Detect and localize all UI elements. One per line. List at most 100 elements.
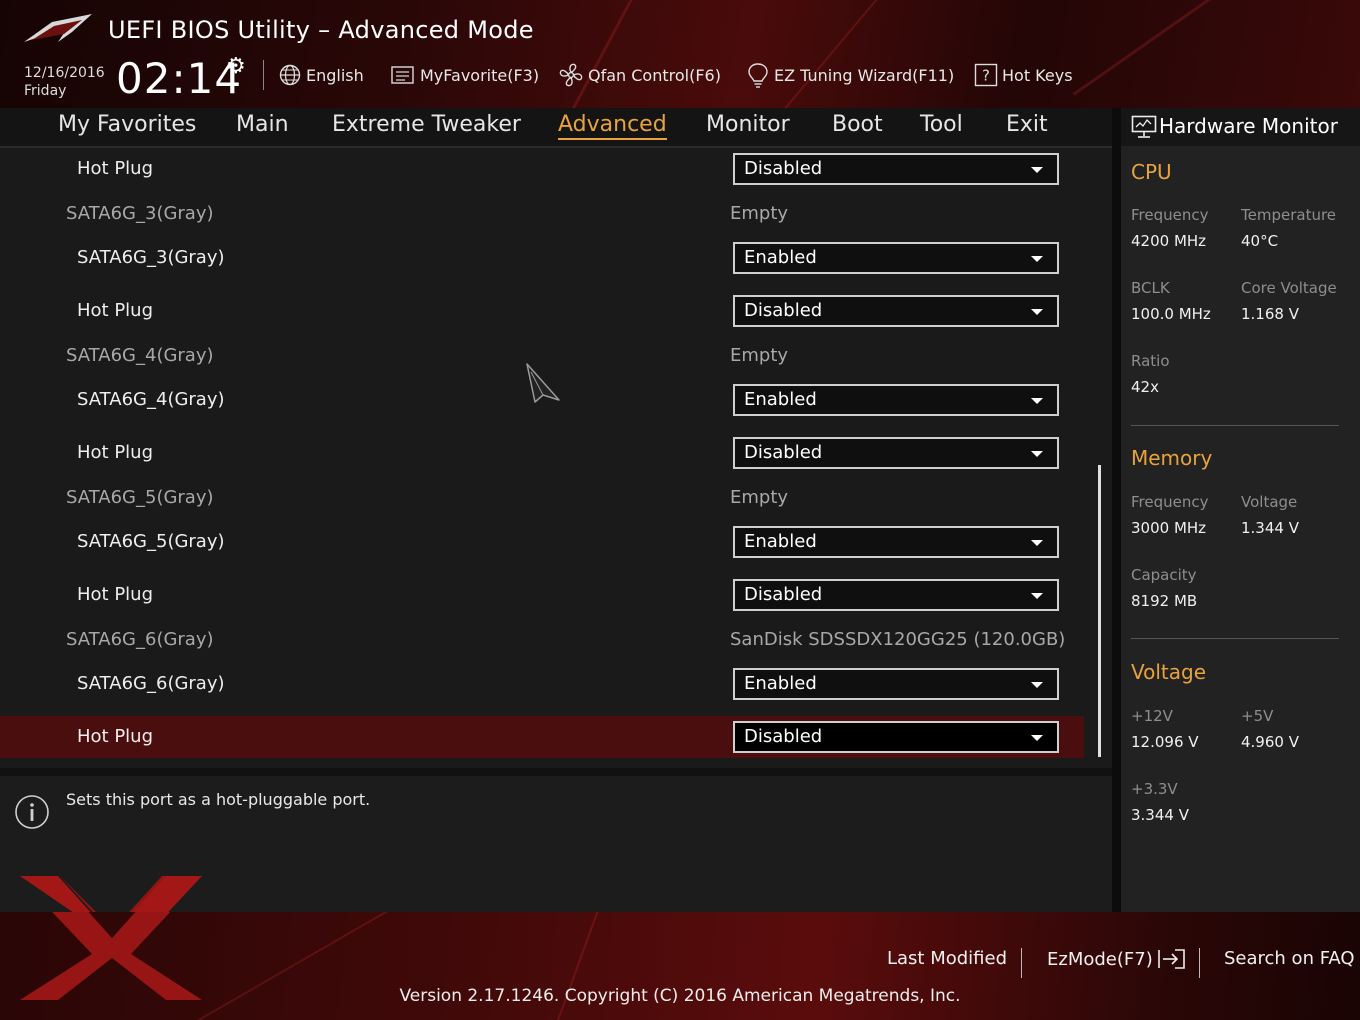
language-label: English [306, 65, 364, 85]
mouse-cursor-icon [526, 363, 560, 403]
setting-row-hot-plug[interactable]: Hot Plug Disabled [0, 574, 1084, 616]
setting-row-hot-plug[interactable]: Hot Plug Disabled [0, 432, 1084, 474]
chevron-down-icon [1031, 682, 1043, 688]
clock-settings-gear-icon[interactable]: ⚙ [226, 54, 246, 79]
hot-plug-dropdown[interactable]: Disabled [733, 437, 1059, 469]
setting-row-hot-plug-selected[interactable]: Hot Plug Disabled [0, 716, 1084, 758]
version-copyright: Version 2.17.1246. Copyright (C) 2016 Am… [399, 986, 961, 1006]
dropdown-value: Disabled [744, 726, 823, 747]
ezmode-label: EzMode(F7) [1047, 948, 1153, 970]
help-panel: Sets this port as a hot-pluggable port. [0, 776, 1112, 912]
setting-label: SATA6G_4(Gray) [77, 389, 225, 410]
tab-my-favorites[interactable]: My Favorites [58, 112, 196, 137]
setting-row-sata6g-3[interactable]: SATA6G_3(Gray) Enabled [0, 237, 1084, 279]
settings-scrollbar[interactable] [1098, 465, 1101, 757]
setting-row-hot-plug[interactable]: Hot Plug Disabled [0, 290, 1084, 332]
sata6g-6-dropdown[interactable]: Enabled [733, 668, 1059, 700]
tab-extreme-tweaker[interactable]: Extreme Tweaker [332, 112, 521, 137]
exit-arrow-icon [1157, 949, 1185, 969]
dropdown-value: Disabled [744, 442, 823, 463]
cpu-temperature-value: 40°C [1241, 232, 1279, 250]
memory-capacity-value: 8192 MB [1131, 592, 1198, 610]
my-favorite-button[interactable]: MyFavorite(F3) [390, 62, 539, 88]
setting-label: Hot Plug [77, 726, 154, 747]
monitor-icon [1131, 115, 1157, 138]
sata6g-4-dropdown[interactable]: Enabled [733, 384, 1059, 416]
ezmode-button[interactable]: EzMode(F7) [1047, 948, 1187, 970]
tab-boot[interactable]: Boot [832, 112, 883, 137]
v5-value: 4.960 V [1241, 733, 1299, 751]
hardware-monitor-header: Hardware Monitor [1121, 108, 1360, 146]
cpu-frequency-value: 4200 MHz [1131, 232, 1207, 250]
bclk-label: BCLK [1131, 279, 1170, 297]
tab-advanced[interactable]: Advanced [558, 112, 667, 140]
memory-heading: Memory [1131, 446, 1213, 470]
dropdown-value: Enabled [744, 247, 817, 268]
setting-label: Hot Plug [77, 442, 154, 463]
settings-panel: Hot Plug Disabled SATA6G_3(Gray) Empty S… [0, 148, 1112, 768]
memory-capacity-label: Capacity [1131, 566, 1197, 584]
language-button[interactable]: English [278, 62, 364, 88]
fan-icon [559, 63, 583, 87]
section-divider [1131, 425, 1339, 426]
header-streak [546, 0, 643, 108]
my-favorite-label: MyFavorite(F3) [420, 65, 540, 85]
port-status: Empty [730, 345, 789, 366]
favorite-list-icon [391, 66, 414, 84]
port-label: SATA6G_3(Gray) [66, 203, 214, 224]
header-streak [758, 0, 902, 108]
setting-row-sata6g-5[interactable]: SATA6G_5(Gray) Enabled [0, 521, 1084, 563]
bclk-value: 100.0 MHz [1131, 305, 1211, 323]
tab-tool[interactable]: Tool [920, 112, 963, 137]
info-row-sata6g-3: SATA6G_3(Gray) Empty [0, 193, 1084, 235]
header-divider [263, 60, 264, 90]
search-faq-button[interactable]: Search on FAQ [1224, 948, 1355, 969]
chevron-down-icon [1031, 309, 1043, 315]
hot-keys-label: Hot Keys [1002, 65, 1073, 85]
sata6g-5-dropdown[interactable]: Enabled [733, 526, 1059, 558]
hot-plug-dropdown[interactable]: Disabled [733, 295, 1059, 327]
setting-row-sata6g-6[interactable]: SATA6G_6(Gray) Enabled [0, 663, 1084, 705]
setting-label: Hot Plug [77, 158, 154, 179]
tab-exit[interactable]: Exit [1006, 112, 1048, 137]
clock-display: 02:14 [116, 54, 243, 103]
tab-monitor[interactable]: Monitor [706, 112, 790, 137]
qfan-control-label: Qfan Control(F6) [588, 65, 721, 85]
hot-plug-dropdown[interactable]: Disabled [733, 153, 1059, 185]
date-display: 12/16/2016 Friday [24, 64, 105, 100]
sata6g-3-dropdown[interactable]: Enabled [733, 242, 1059, 274]
ez-tuning-wizard-label: EZ Tuning Wizard(F11) [774, 65, 955, 85]
dropdown-value: Enabled [744, 389, 817, 410]
port-label: SATA6G_5(Gray) [66, 487, 214, 508]
setting-row-hot-plug[interactable]: Hot Plug Disabled [0, 148, 1084, 190]
chevron-down-icon [1031, 256, 1043, 262]
day-text: Friday [24, 83, 67, 99]
memory-frequency-label: Frequency [1131, 493, 1209, 511]
v33-label: +3.3V [1131, 780, 1178, 798]
help-divider [0, 768, 1112, 776]
top-header: UEFI BIOS Utility – Advanced Mode 12/16/… [0, 0, 1360, 108]
setting-label: Hot Plug [77, 300, 154, 321]
last-modified-button[interactable]: Last Modified [887, 948, 1007, 969]
v12-value: 12.096 V [1131, 733, 1199, 751]
rog-logo [24, 14, 92, 42]
hot-plug-dropdown[interactable]: Disabled [733, 721, 1059, 753]
hot-plug-dropdown[interactable]: Disabled [733, 579, 1059, 611]
chevron-down-icon [1031, 540, 1043, 546]
header-streak [1072, 0, 1222, 96]
ez-tuning-wizard-button[interactable]: EZ Tuning Wizard(F11) [746, 62, 954, 88]
dropdown-value: Enabled [744, 673, 817, 694]
cpu-temperature-label: Temperature [1241, 206, 1337, 224]
cpu-frequency-label: Frequency [1131, 206, 1209, 224]
lightbulb-icon [748, 63, 768, 88]
info-row-sata6g-5: SATA6G_5(Gray) Empty [0, 477, 1084, 519]
setting-label: SATA6G_6(Gray) [77, 673, 225, 694]
hot-keys-button[interactable]: ? Hot Keys [974, 62, 1073, 88]
info-icon [15, 795, 49, 829]
dropdown-value: Disabled [744, 158, 823, 179]
tab-main[interactable]: Main [236, 112, 289, 137]
qfan-control-button[interactable]: Qfan Control(F6) [558, 62, 721, 88]
memory-voltage-value: 1.344 V [1241, 519, 1299, 537]
v12-label: +12V [1131, 707, 1173, 725]
info-row-sata6g-6: SATA6G_6(Gray) SanDisk SDSSDX120GG25 (12… [0, 619, 1084, 661]
